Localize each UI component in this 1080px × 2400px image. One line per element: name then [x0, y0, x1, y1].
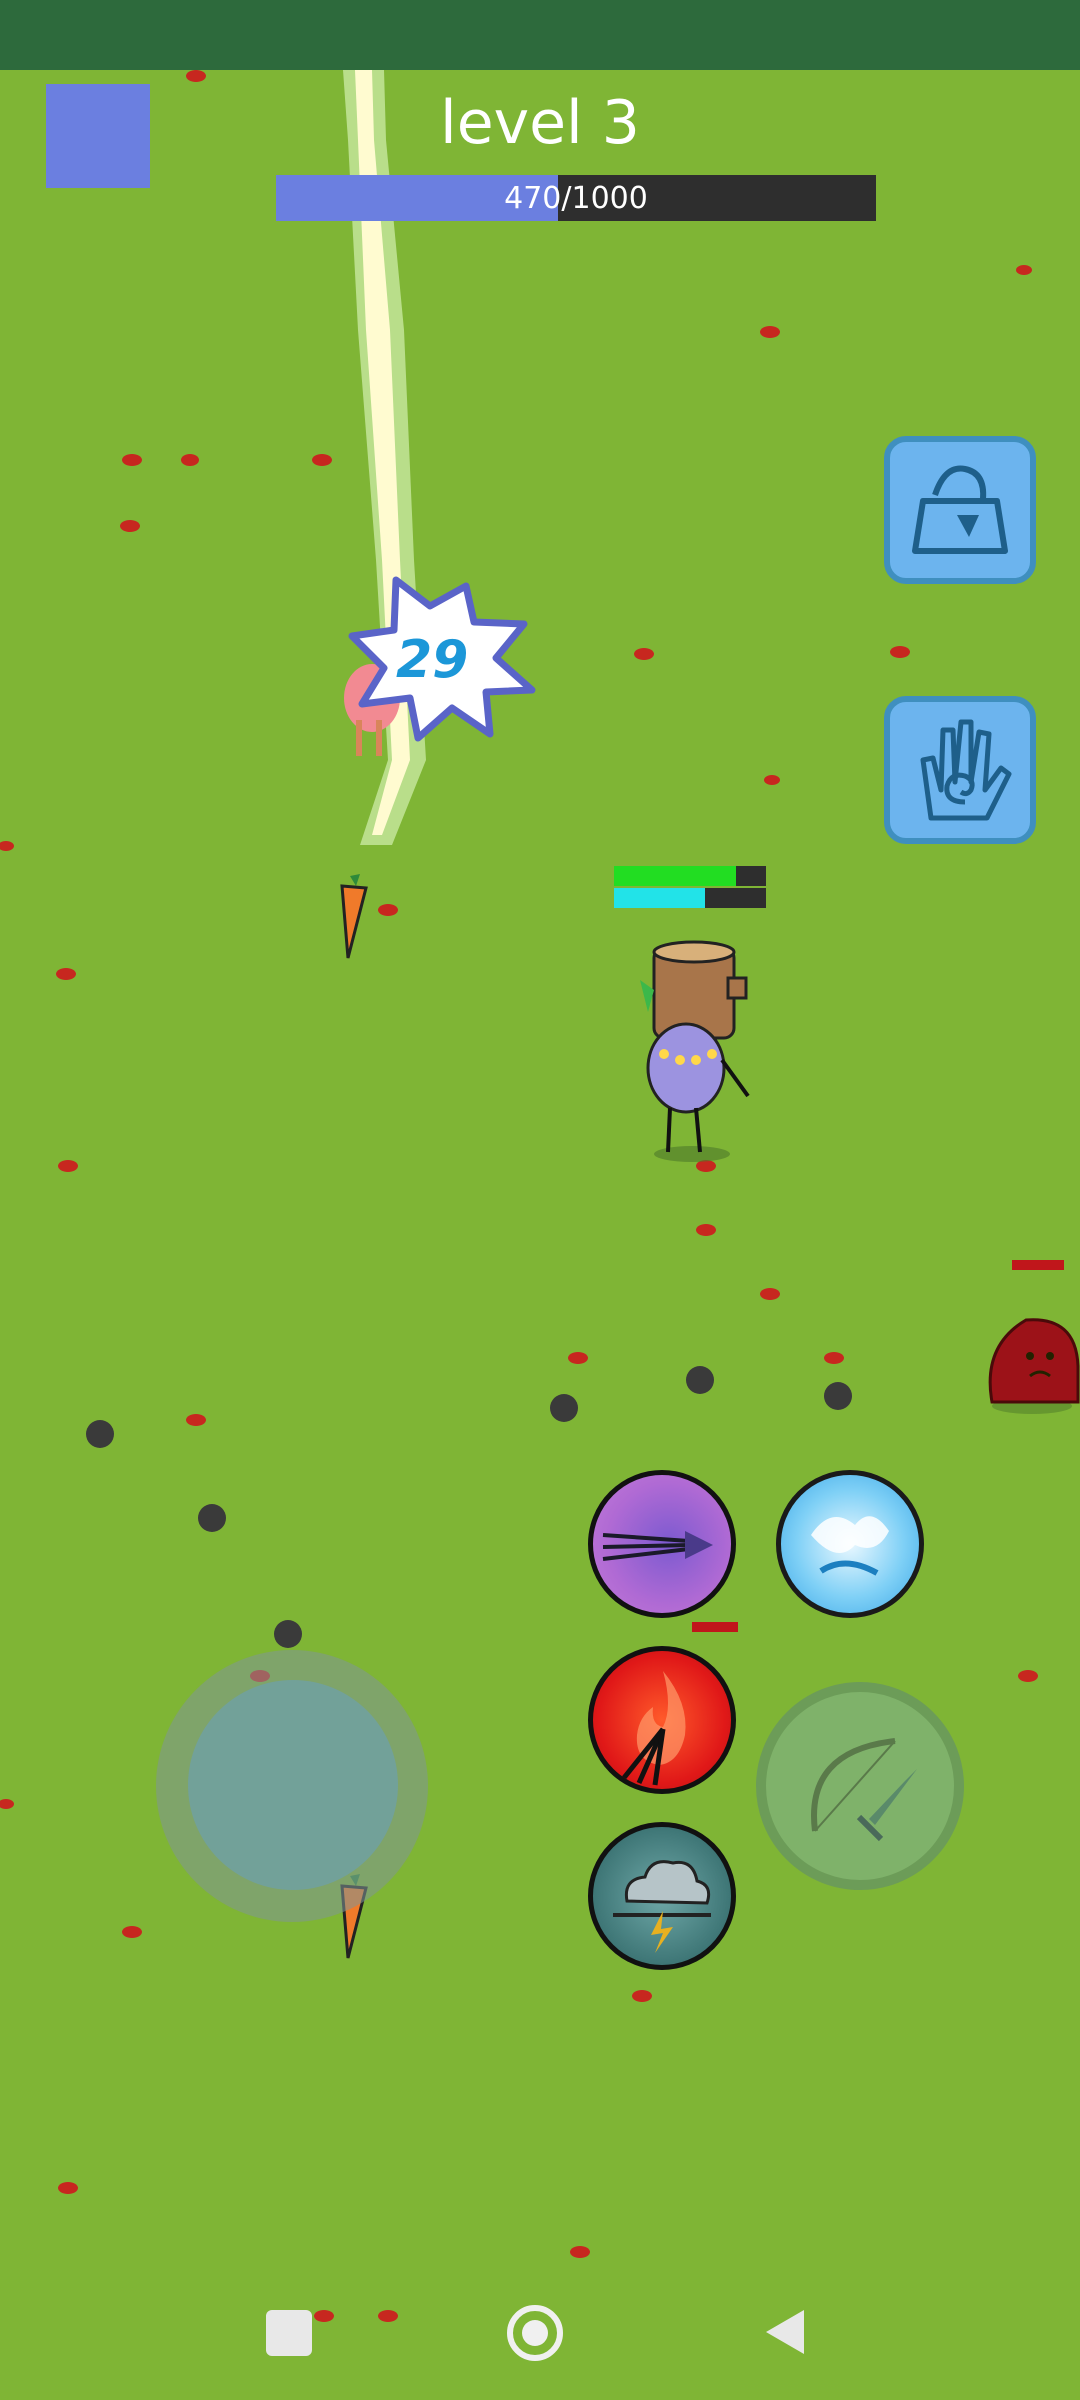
attack-button[interactable]: [756, 1682, 964, 1890]
arrow-burst-icon: [602, 1531, 713, 1561]
inventory-button[interactable]: [884, 436, 1036, 584]
storm-cloud-icon: [613, 1860, 711, 1953]
xp-text: 470/1000: [276, 175, 876, 221]
player-status-bars: [614, 866, 766, 910]
red-blob-enemy: [988, 1318, 1080, 1414]
status-bar-area: [0, 0, 1080, 70]
xp-current: 470: [504, 180, 562, 216]
enemy-health-bar: [1012, 1260, 1064, 1270]
xp-max: 1000: [571, 180, 648, 216]
spiral-hand-icon: [920, 719, 1012, 821]
damage-number: 29: [396, 630, 469, 690]
bow-sword-icon: [811, 1738, 917, 1842]
game-scene: 29 level 3 470/1000: [0, 0, 1080, 2400]
skill-storm-button[interactable]: [588, 1822, 736, 1970]
skill-arrow-burst-button[interactable]: [588, 1470, 736, 1618]
joystick-thumb[interactable]: [188, 1680, 398, 1890]
spell-book-button[interactable]: [884, 696, 1036, 844]
carrot-pickup[interactable]: [328, 872, 378, 962]
triangle-back-icon: [766, 2310, 804, 2354]
water-splash-icon: [811, 1516, 889, 1576]
player-character: [640, 940, 750, 1162]
circle-icon: [507, 2305, 563, 2361]
xp-separator: /: [561, 180, 572, 216]
xp-bar: 470/1000: [276, 175, 876, 221]
system-nav-bar: [0, 2290, 1080, 2400]
level-title: level 3: [440, 88, 640, 158]
bag-icon: [912, 465, 1008, 554]
skill-fire-button[interactable]: [588, 1646, 736, 1794]
player-health-bar: [614, 866, 766, 886]
player-mana-bar: [614, 888, 766, 908]
back-button[interactable]: [760, 2306, 810, 2358]
recent-apps-button[interactable]: [266, 2310, 312, 2356]
home-button[interactable]: [506, 2304, 564, 2362]
skill-water-button[interactable]: [776, 1470, 924, 1618]
enemy-health-bar: [692, 1622, 738, 1632]
fire-arrows-icon: [621, 1671, 686, 1786]
ground-decor: [0, 70, 1038, 2322]
